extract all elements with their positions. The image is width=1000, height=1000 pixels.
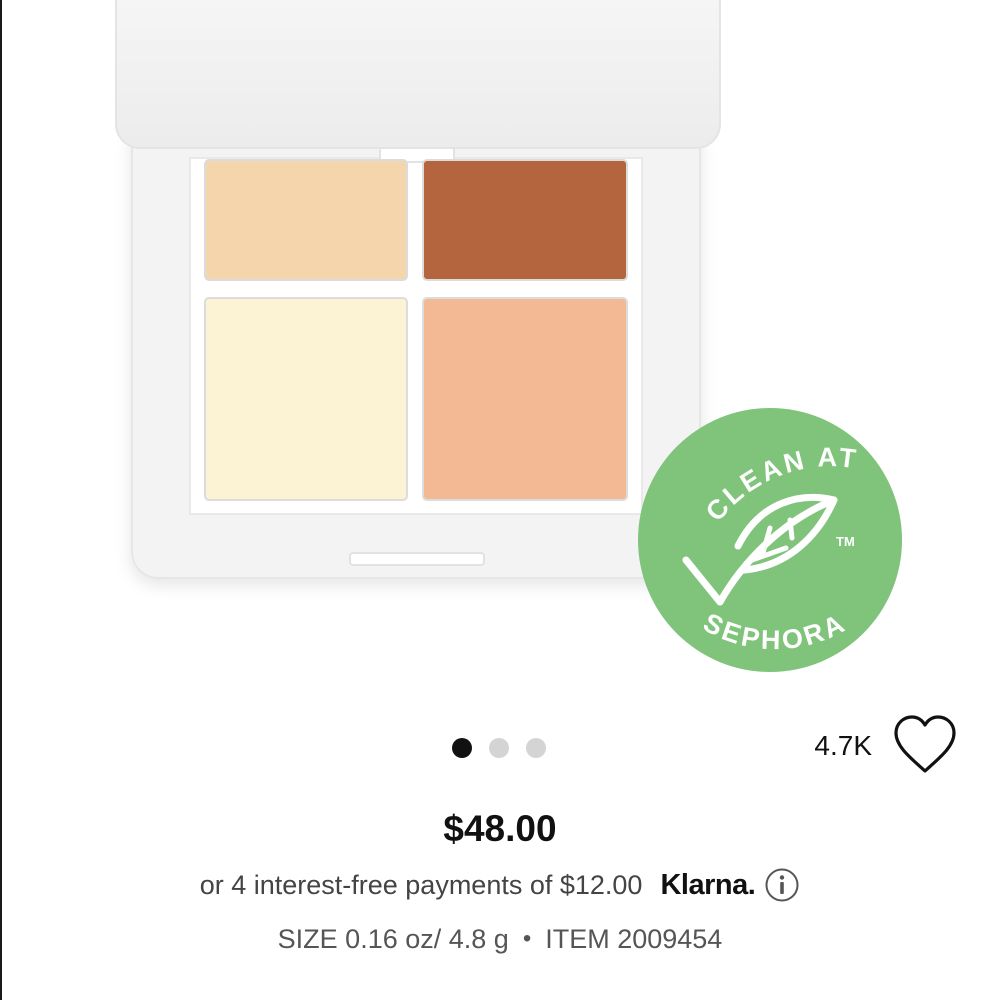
klarna-logo[interactable]: Klarna. (660, 866, 755, 904)
carousel-dot-1[interactable] (452, 738, 472, 758)
info-circle-icon[interactable] (764, 867, 800, 903)
favorite-button[interactable] (890, 713, 960, 777)
swatch-peach-highlight (422, 297, 628, 501)
palette-compact-illustration: CLEAN AT SEPHORA TM (115, 0, 902, 672)
size-text: SIZE 0.16 oz/ 4.8 g (277, 924, 509, 954)
carousel-dot-2[interactable] (489, 738, 509, 758)
size-and-item-line: SIZE 0.16 oz/ 4.8 g • ITEM 2009454 (0, 920, 1000, 958)
loves-count: 4.7K (814, 730, 872, 761)
clean-at-sephora-badge: CLEAN AT SEPHORA TM (638, 408, 902, 672)
installment-payments-line: or 4 interest-free payments of $12.00 Kl… (0, 866, 1000, 904)
swatch-bronze (422, 159, 628, 281)
heart-outline-icon (894, 715, 956, 773)
product-image[interactable]: CLEAN AT SEPHORA TM (0, 0, 1000, 700)
separator-dot: • (522, 925, 532, 952)
carousel-dot-3[interactable] (526, 738, 546, 758)
compact-lid (115, 0, 721, 149)
installment-text: or 4 interest-free payments of $12.00 (199, 870, 643, 900)
compact-notch (349, 552, 485, 566)
swatch-light-beige (204, 159, 408, 281)
badge-trademark: TM (836, 534, 855, 549)
product-price: $48.00 (443, 808, 557, 849)
swatch-cream (204, 297, 408, 501)
item-number: ITEM 2009454 (545, 924, 723, 954)
image-carousel-dots[interactable] (452, 737, 552, 759)
